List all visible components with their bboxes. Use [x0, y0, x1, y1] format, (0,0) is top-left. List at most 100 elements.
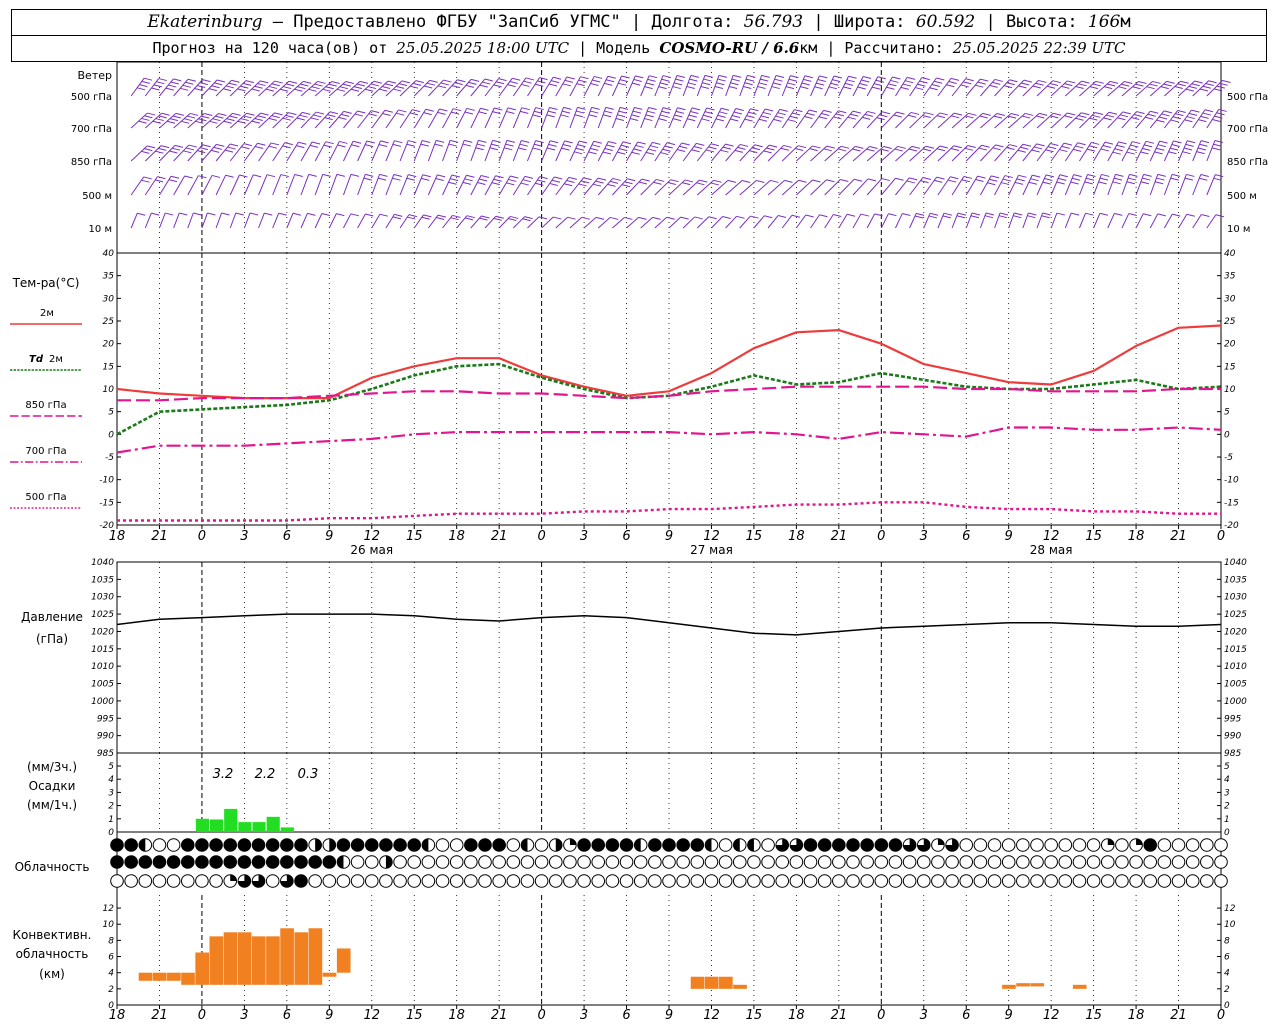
wind-barb-feather — [647, 78, 656, 82]
wind-barb-feather — [869, 145, 878, 149]
wind-barb-feather — [294, 88, 303, 92]
wind-barb-staff — [569, 140, 580, 162]
wind-barb-feather — [327, 114, 336, 118]
wind-barb-feather — [566, 180, 575, 184]
wind-barb-staff — [597, 107, 607, 129]
wind-barb-feather — [567, 216, 576, 220]
wind-barb-feather — [412, 82, 422, 86]
wind-barb-feather — [660, 152, 669, 156]
wind-barb-feather — [904, 80, 914, 84]
wind-barb-feather — [731, 78, 740, 82]
wind-barb-feather — [155, 118, 164, 122]
wind-barb-feather — [477, 182, 486, 185]
wind-barb-feather — [964, 147, 974, 151]
wind-barb-feather — [777, 215, 787, 219]
wind-barb-feather — [644, 118, 653, 122]
wind-barb-feather — [797, 145, 807, 149]
wind-barb-feather — [257, 115, 266, 119]
wind-barb-feather — [350, 88, 360, 92]
wind-barb-feather — [718, 74, 728, 78]
cloud-cover-symbol — [803, 838, 818, 852]
wind-barb-feather — [1053, 112, 1062, 116]
cloud-cover-symbol — [166, 838, 181, 852]
wind-barb-feather — [251, 88, 260, 92]
wind-barb-feather — [507, 84, 516, 88]
wind-barb-feather — [622, 141, 632, 145]
wind-barb-feather — [298, 141, 307, 145]
cloud-cover-symbol — [478, 874, 492, 888]
wind-barb-feather — [1059, 149, 1068, 153]
wind-barb-feather — [464, 111, 474, 115]
wind-barb-feather — [602, 151, 612, 155]
wind-barb-feather — [1145, 140, 1155, 144]
wind-barb-feather — [479, 217, 488, 221]
wind-barb-feather — [982, 112, 991, 116]
cloud-cover-symbol — [718, 874, 733, 888]
wind-barb-feather — [454, 82, 463, 86]
wind-barb-staff — [144, 78, 160, 97]
wind-barb-feather — [792, 112, 801, 116]
wind-barb-feather — [757, 86, 766, 90]
wind-level-label-right: 500 м — [1227, 191, 1257, 202]
x-tick-label-top: 6 — [283, 529, 291, 544]
wind-barb-feather — [1078, 115, 1087, 119]
wind-barb-feather — [837, 148, 847, 152]
wind-barb-feather — [804, 75, 814, 79]
precip-y-label-left: 0 — [108, 828, 114, 838]
cloud-cover-symbol — [987, 838, 1002, 852]
wind-barb-feather — [462, 143, 472, 147]
wind-barb-feather — [676, 74, 686, 78]
wind-barb-feather — [861, 79, 870, 83]
cloud-cover-symbol — [435, 838, 450, 852]
wind-barb-feather — [1200, 140, 1210, 144]
wind-barb-feather — [1119, 114, 1129, 118]
wind-barb-feather — [1117, 117, 1126, 121]
x-tick-label-bottom: 0 — [198, 1008, 206, 1023]
wind-barb-feather — [934, 80, 943, 84]
wind-barb-staff — [923, 112, 941, 129]
wind-barb-staff — [909, 145, 927, 162]
wind-barb-feather — [158, 115, 167, 119]
wind-barb-feather — [1149, 83, 1158, 87]
temp-y-label-right: -15 — [1224, 498, 1239, 508]
cloud-cover-symbol — [605, 838, 620, 852]
precip-y-label-left: 4 — [108, 775, 114, 785]
pressure-y-label-left: 1010 — [91, 662, 114, 672]
wind-barb-feather — [139, 84, 148, 88]
wind-barb-feather — [574, 114, 583, 118]
x-tick-label-bottom: 6 — [622, 1008, 630, 1023]
wind-barb-feather — [764, 108, 774, 112]
conv-bar — [181, 972, 195, 985]
wind-barb-feather — [1085, 177, 1095, 181]
wind-barb-feather — [977, 81, 986, 85]
conv-y-label-left: 0 — [108, 1001, 114, 1011]
wind-barb-feather — [788, 78, 798, 82]
wind-barb-staff — [753, 108, 766, 129]
wind-barb-staff — [781, 75, 791, 97]
cloud-cover-fill — [521, 838, 528, 852]
wind-barb-feather — [645, 114, 654, 118]
wind-barb-staff — [527, 176, 541, 196]
wind-barb-staff — [187, 79, 203, 97]
wind-barb-feather — [1186, 213, 1195, 217]
wind-barb-feather — [168, 179, 178, 183]
cloud-cover-symbol — [874, 838, 889, 852]
wind-barb-feather — [783, 144, 792, 148]
wind-barb-staff — [541, 140, 551, 162]
wind-barb-feather — [406, 143, 415, 147]
wind-barb-staff — [314, 213, 323, 229]
wind-barb-feather — [151, 212, 160, 216]
wind-barb-feather — [185, 81, 194, 85]
wind-barb-feather — [1081, 80, 1090, 84]
wind-barb-feather — [566, 76, 575, 80]
temp-y-label-right: -20 — [1224, 521, 1239, 531]
wind-barb-feather — [771, 86, 780, 90]
wind-barb-feather — [1174, 86, 1183, 90]
wind-barb-feather — [1045, 149, 1054, 153]
cloud-cover-fill — [139, 838, 146, 852]
wind-barb-feather — [554, 176, 563, 180]
cloud-cover-symbol — [1030, 874, 1044, 888]
wind-barb-staff — [852, 146, 870, 162]
cloud-cover-symbol — [1086, 838, 1101, 852]
wind-barb-feather — [1102, 145, 1112, 149]
